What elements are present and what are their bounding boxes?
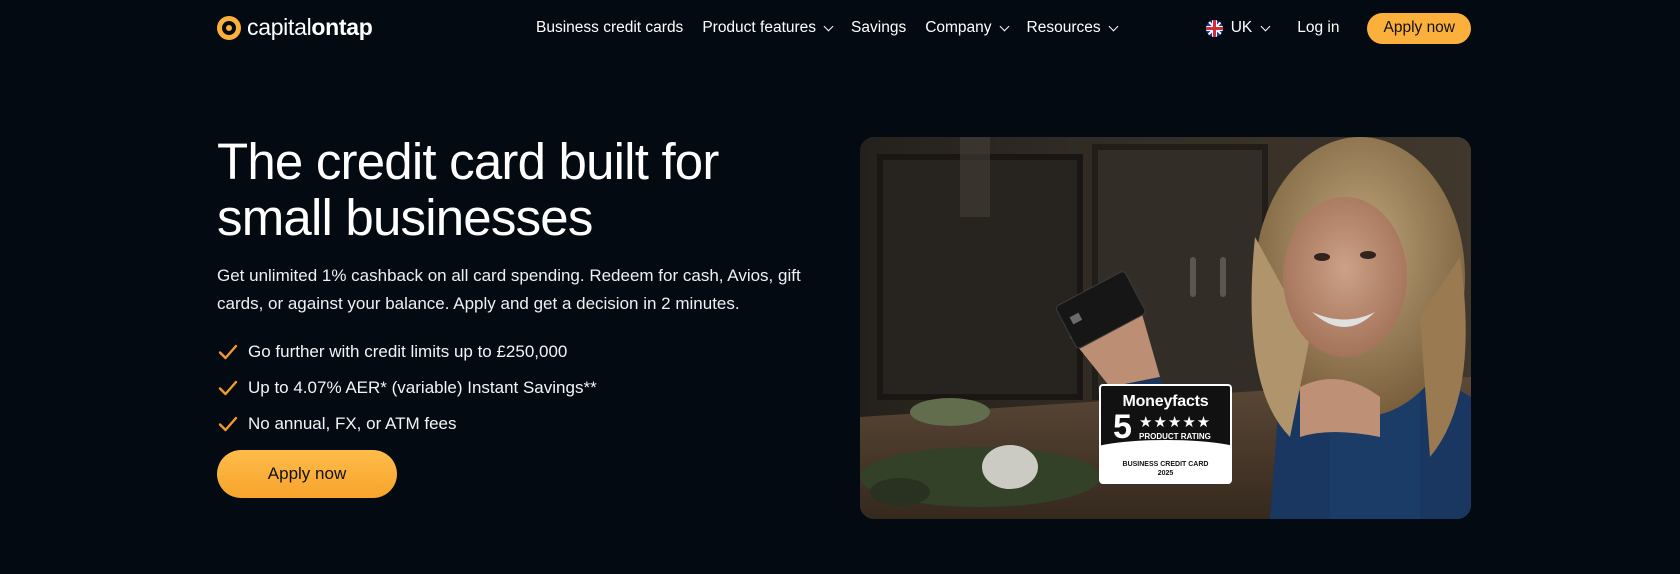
nav-item-business-credit-cards[interactable]: Business credit cards xyxy=(536,19,683,37)
nav-item-label: Business credit cards xyxy=(536,19,684,36)
login-link[interactable]: Log in xyxy=(1297,19,1339,37)
nav-item-product-features[interactable]: Product features xyxy=(702,19,834,37)
nav-item-savings[interactable]: Savings xyxy=(851,19,906,37)
logo-icon xyxy=(217,15,241,40)
locale-label: UK xyxy=(1230,19,1253,36)
feature-list: Go further with credit limits up to £250… xyxy=(217,334,597,442)
chevron-down-icon xyxy=(823,21,834,31)
check-icon xyxy=(218,416,238,432)
nav-item-label: Product features xyxy=(702,19,817,36)
nav-item-label: Savings xyxy=(851,19,907,36)
badge-rating-number: 5 xyxy=(1113,408,1132,446)
logo-text: capitalontap xyxy=(247,14,373,41)
hero-image: Moneyfacts 5 ★★★★★ PRODUCT RATING BUSINE… xyxy=(860,137,1471,519)
chevron-down-icon xyxy=(999,21,1009,31)
top-nav: capitalontap Business credit cards Produ… xyxy=(0,0,1680,56)
apply-now-nav-button[interactable]: Apply now xyxy=(1367,12,1471,44)
chevron-down-icon xyxy=(1260,21,1271,31)
apply-now-hero-button[interactable]: Apply now xyxy=(217,450,397,498)
nav-item-company[interactable]: Company xyxy=(925,19,1009,37)
star-icons: ★★★★★ xyxy=(1139,414,1212,431)
nav-item-resources[interactable]: Resources xyxy=(1026,19,1119,37)
nav-links: Business credit cards Product features S… xyxy=(536,0,1136,56)
feature-text: No annual, FX, or ATM fees xyxy=(248,414,457,433)
feature-text: Up to 4.07% AER* (variable) Instant Savi… xyxy=(248,378,597,397)
hero-subtitle: Get unlimited 1% cashback on all card sp… xyxy=(217,266,801,313)
logo[interactable]: capitalontap xyxy=(217,14,373,41)
badge-year: 2025 xyxy=(1157,470,1174,477)
logo-text-regular: capital xyxy=(247,14,312,40)
nav-right: UK Log in Apply now xyxy=(1205,0,1471,56)
locale-selector[interactable]: UK xyxy=(1205,19,1271,37)
nav-item-label: Resources xyxy=(1026,19,1101,36)
check-icon xyxy=(218,380,238,396)
badge-category-line: BUSINESS CREDIT CARD xyxy=(1122,461,1209,468)
nav-item-label: Company xyxy=(925,19,992,36)
list-item: Go further with credit limits up to £250… xyxy=(217,334,597,370)
chevron-down-icon xyxy=(1108,21,1119,31)
list-item: Up to 4.07% AER* (variable) Instant Savi… xyxy=(217,370,597,406)
logo-text-bold: ontap xyxy=(311,14,373,40)
moneyfacts-badge: Moneyfacts 5 ★★★★★ PRODUCT RATING BUSINE… xyxy=(1099,384,1232,484)
badge-category: BUSINESS CREDIT CARD 2025 xyxy=(1101,460,1230,478)
page: capitalontap Business credit cards Produ… xyxy=(0,0,1680,574)
list-item: No annual, FX, or ATM fees xyxy=(217,406,597,442)
hero-title: The credit card built for small business… xyxy=(217,133,719,246)
feature-text: Go further with credit limits up to £250… xyxy=(248,342,568,361)
check-icon xyxy=(218,344,238,360)
uk-flag-icon xyxy=(1205,19,1223,37)
